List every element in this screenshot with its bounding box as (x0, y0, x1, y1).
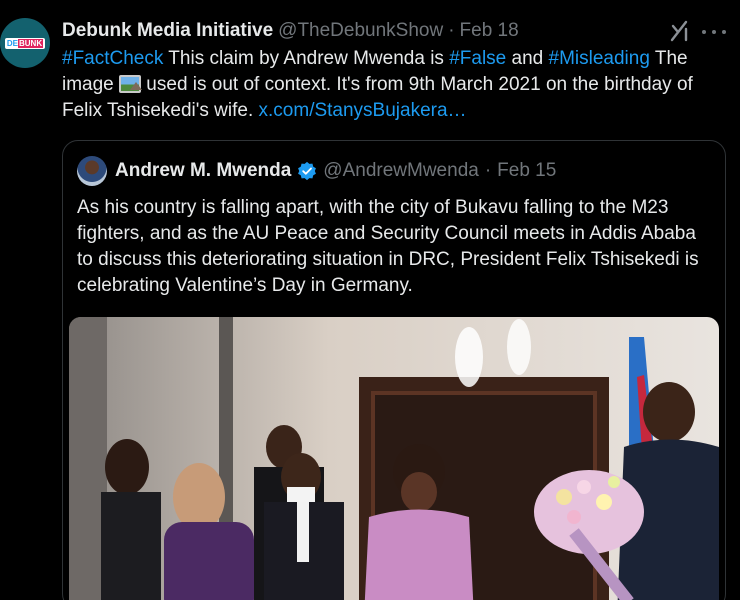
quoted-tweet-header: Andrew M. Mwenda @AndrewMwenda · Feb 15 (77, 155, 711, 187)
quoted-author-handle[interactable]: @AndrewMwenda (323, 160, 479, 182)
separator-dot: · (448, 20, 455, 41)
photo-scene (69, 317, 719, 600)
separator-dot: · (484, 160, 492, 181)
quoted-author-name[interactable]: Andrew M. Mwenda (115, 160, 291, 182)
tweet-body: #FactCheck This claim by Andrew Mwenda i… (62, 46, 726, 124)
debunk-logo: DE BUNK (4, 37, 46, 49)
hashtag-misleading[interactable]: #Misleading (549, 48, 650, 69)
verified-badge-icon (298, 161, 317, 181)
author-avatar[interactable]: DE BUNK (0, 18, 50, 68)
quoted-tweet[interactable]: Andrew M. Mwenda @AndrewMwenda · Feb 15 … (62, 140, 726, 600)
tweet-date[interactable]: Feb 18 (460, 20, 519, 42)
tweet-text-part: This claim by Andrew Mwenda is (163, 48, 450, 69)
author-handle[interactable]: @TheDebunkShow (278, 20, 443, 42)
logo-text-bunk: BUNK (18, 38, 44, 48)
quoted-tweet-text: As his country is falling apart, with th… (77, 197, 699, 296)
logo-text-de: DE (6, 38, 18, 48)
tweet-text-part: and (506, 48, 549, 69)
quoted-tweet-image[interactable] (69, 317, 719, 600)
tweet-link[interactable]: x.com/StanysBujakera… (259, 100, 467, 121)
hashtag-factcheck[interactable]: #FactCheck (62, 48, 163, 69)
quoted-author-avatar[interactable] (77, 156, 107, 186)
tweet-header: Debunk Media Initiative @TheDebunkShow ·… (62, 18, 660, 44)
grok-icon[interactable] (669, 20, 689, 42)
quoted-tweet-date[interactable]: Feb 15 (497, 160, 556, 182)
tweet[interactable]: DE BUNK Debunk Media Initiative @TheDebun… (0, 0, 740, 600)
more-options-icon[interactable] (702, 22, 726, 42)
hashtag-false[interactable]: #False (449, 48, 506, 69)
framed-picture-icon (119, 75, 143, 93)
author-display-name[interactable]: Debunk Media Initiative (62, 20, 273, 42)
